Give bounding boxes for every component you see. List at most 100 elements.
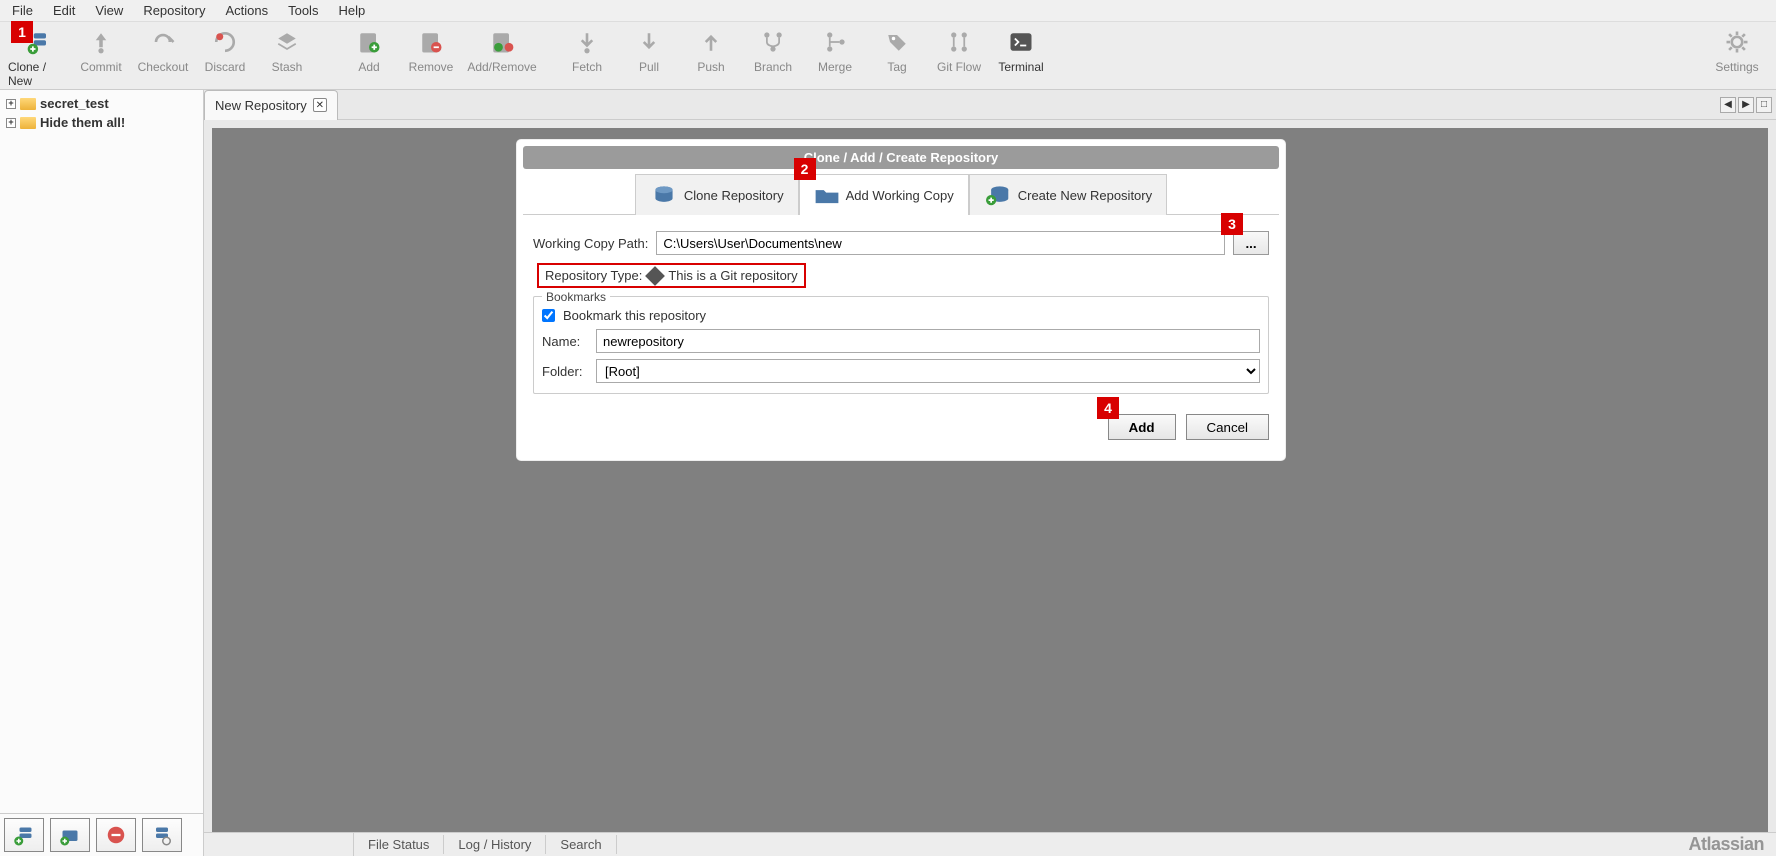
name-label: Name: — [542, 334, 588, 349]
remove-icon — [417, 28, 445, 56]
tool-add-remove[interactable]: Add/Remove — [462, 26, 542, 76]
tree-item[interactable]: + secret_test — [6, 94, 197, 113]
tool-terminal[interactable]: Terminal — [990, 26, 1052, 76]
tool-tag[interactable]: Tag — [866, 26, 928, 76]
tree-item[interactable]: + Hide them all! — [6, 113, 197, 132]
tabbar: New Repository ✕ ◀ ▶ □ — [204, 90, 1776, 120]
pull-icon — [635, 28, 663, 56]
config-button[interactable] — [142, 818, 182, 852]
branch-icon — [759, 28, 787, 56]
callout-2: 2 — [794, 158, 816, 180]
folder-icon — [20, 98, 36, 110]
create-repo-icon — [984, 183, 1012, 207]
commit-icon — [87, 28, 115, 56]
dialog-tab-clone[interactable]: Clone Repository — [635, 174, 799, 215]
db-gear-icon — [150, 823, 174, 847]
folder-label: Folder: — [542, 364, 588, 379]
tab-new-repository[interactable]: New Repository ✕ — [204, 90, 338, 120]
tool-git-flow[interactable]: Git Flow — [928, 26, 990, 76]
status-file-status[interactable]: File Status — [354, 835, 444, 854]
repo-type-row: Repository Type: This is a Git repositor… — [537, 263, 806, 288]
status-log-history[interactable]: Log / History — [444, 835, 546, 854]
tool-branch[interactable]: Branch — [742, 26, 804, 76]
menu-help[interactable]: Help — [330, 1, 373, 20]
menu-view[interactable]: View — [87, 1, 131, 20]
tool-label-terminal: Terminal — [998, 60, 1043, 74]
tool-push[interactable]: Push — [680, 26, 742, 76]
add-icon — [355, 28, 383, 56]
bookmark-checkbox[interactable] — [542, 309, 555, 322]
tool-label-remove: Remove — [409, 60, 454, 74]
remove-button[interactable] — [96, 818, 136, 852]
tool-add[interactable]: Add — [338, 26, 400, 76]
path-input[interactable] — [656, 231, 1225, 255]
tool-label-add-remove: Add/Remove — [467, 60, 536, 74]
add-folder-button[interactable] — [50, 818, 90, 852]
clone-repo-icon — [650, 183, 678, 207]
db-plus-icon — [12, 823, 36, 847]
tool-label-clone-new: Clone / New — [8, 60, 70, 88]
tab-label: New Repository — [215, 98, 307, 113]
folder-select[interactable]: [Root] — [596, 359, 1260, 383]
expand-icon[interactable]: + — [6, 99, 16, 109]
callout-3: 3 — [1221, 213, 1243, 235]
dialog-buttons: 4 Add Cancel — [533, 414, 1269, 440]
tool-fetch[interactable]: Fetch — [556, 26, 618, 76]
dialog-body: Working Copy Path: ... 3 Repository Type… — [523, 215, 1279, 454]
tool-label-settings: Settings — [1715, 60, 1758, 74]
tool-label-push: Push — [697, 60, 724, 74]
name-input[interactable] — [596, 329, 1260, 353]
expand-icon[interactable]: + — [6, 118, 16, 128]
tool-merge[interactable]: Merge — [804, 26, 866, 76]
callout-1: 1 — [11, 21, 33, 43]
menu-actions[interactable]: Actions — [217, 1, 276, 20]
tool-checkout[interactable]: Checkout — [132, 26, 194, 76]
content: New Repository ✕ ◀ ▶ □ Clone / Add / Cre… — [204, 90, 1776, 856]
bookmarks-legend: Bookmarks — [542, 290, 610, 304]
tool-label-fetch: Fetch — [572, 60, 602, 74]
menu-edit[interactable]: Edit — [45, 1, 83, 20]
dialog-tab-create[interactable]: Create New Repository — [969, 174, 1167, 215]
menubar: File Edit View Repository Actions Tools … — [0, 0, 1776, 22]
tool-label-merge: Merge — [818, 60, 852, 74]
tool-pull[interactable]: Pull — [618, 26, 680, 76]
tool-label-pull: Pull — [639, 60, 659, 74]
tool-remove[interactable]: Remove — [400, 26, 462, 76]
tool-commit[interactable]: Commit — [70, 26, 132, 76]
bookmark-label: Bookmark this repository — [563, 308, 706, 323]
tab-expand-button[interactable]: □ — [1756, 97, 1772, 113]
sidebar-tools — [0, 813, 203, 856]
tool-discard[interactable]: Discard — [194, 26, 256, 76]
menu-file[interactable]: File — [4, 1, 41, 20]
status-search[interactable]: Search — [546, 835, 616, 854]
add-repo-button[interactable] — [4, 818, 44, 852]
fetch-icon — [573, 28, 601, 56]
path-label: Working Copy Path: — [533, 236, 648, 251]
tool-label-add: Add — [358, 60, 379, 74]
stash-icon — [273, 28, 301, 56]
repo-type-label: Repository Type: — [545, 268, 642, 283]
cancel-button[interactable]: Cancel — [1186, 414, 1270, 440]
tool-settings[interactable]: Settings — [1706, 26, 1768, 76]
tag-icon — [883, 28, 911, 56]
git-flow-icon — [945, 28, 973, 56]
git-icon — [645, 266, 665, 286]
canvas: Clone / Add / Create Repository Clone Re… — [212, 128, 1768, 856]
merge-icon — [821, 28, 849, 56]
brand-logo: Atlassian — [1688, 834, 1764, 855]
menu-repository[interactable]: Repository — [135, 1, 213, 20]
tool-stash[interactable]: Stash — [256, 26, 318, 76]
tool-label-checkout: Checkout — [138, 60, 189, 74]
tool-label-stash: Stash — [272, 60, 303, 74]
terminal-icon — [1007, 28, 1035, 56]
dialog-tab-add[interactable]: 2 Add Working Copy — [799, 174, 969, 215]
tab-next-button[interactable]: ▶ — [1738, 97, 1754, 113]
add-remove-icon — [488, 28, 516, 56]
dialog-tab-label: Clone Repository — [684, 188, 784, 203]
add-copy-icon — [814, 185, 840, 205]
tab-prev-button[interactable]: ◀ — [1720, 97, 1736, 113]
menu-tools[interactable]: Tools — [280, 1, 326, 20]
close-icon[interactable]: ✕ — [313, 98, 327, 112]
minus-icon — [104, 823, 128, 847]
folder-icon — [20, 117, 36, 129]
